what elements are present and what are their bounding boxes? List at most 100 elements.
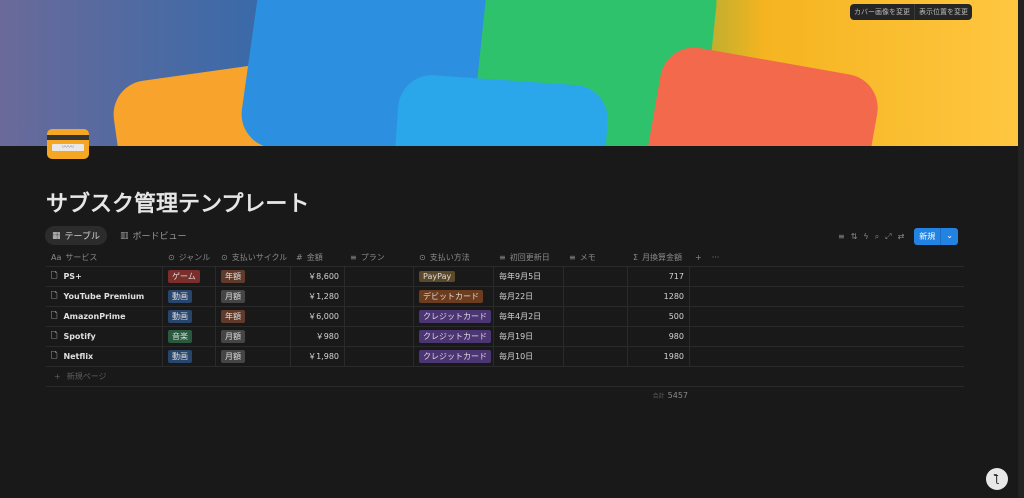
memo-cell[interactable] — [564, 347, 628, 366]
column-header[interactable]: Σ 月換算金額 — [628, 249, 690, 266]
amount-cell[interactable]: ￥1,280 — [291, 287, 345, 306]
plan-cell[interactable] — [345, 327, 414, 346]
automation-icon[interactable]: ϟ — [863, 232, 868, 241]
column-type-icon: # — [296, 253, 303, 262]
plus-icon: + — [54, 372, 61, 381]
date-cell[interactable]: 毎年9月5日 — [494, 267, 564, 286]
memo-cell[interactable] — [564, 327, 628, 346]
plan-cell[interactable] — [345, 287, 414, 306]
reposition-cover-button[interactable]: 表示位置を変更 — [914, 4, 972, 20]
table-row[interactable]: 🗋 PS+ ゲーム 年額 ￥8,600 PayPay 毎年9月5日 717 — [46, 267, 964, 287]
change-cover-button[interactable]: カバー画像を変更 — [850, 4, 914, 20]
service-name[interactable]: YouTube Premium — [63, 292, 144, 301]
tag: 月額 — [221, 330, 245, 343]
service-name[interactable]: AmazonPrime — [63, 312, 125, 321]
column-header[interactable]: ⊙ ジャンル — [163, 249, 216, 266]
column-type-icon: ⊙ — [419, 253, 426, 262]
search-icon[interactable]: ⌕ — [875, 232, 879, 242]
column-type-icon: ≡ — [499, 253, 506, 262]
monthly-cell: 717 — [628, 267, 690, 286]
service-name[interactable]: Netflix — [63, 352, 93, 361]
column-type-icon: ⊙ — [168, 253, 175, 262]
service-name[interactable]: Spotify — [63, 332, 95, 341]
date-cell[interactable]: 毎月19日 — [494, 327, 564, 346]
column-header[interactable]: ≡ 初回更新日 — [494, 249, 564, 266]
column-header[interactable]: Aa サービス — [46, 249, 163, 266]
credit-card-icon[interactable]: 〰〰 — [47, 129, 89, 159]
sum-footer[interactable]: 合計 5457 — [628, 391, 688, 400]
tab-table[interactable]: ▦ テーブル — [45, 226, 107, 245]
column-type-icon: ≡ — [569, 253, 576, 262]
page-title: サブスク管理テンプレート — [46, 192, 310, 217]
chevron-down-icon[interactable]: ⌄ — [940, 228, 958, 245]
plan-cell[interactable] — [345, 307, 414, 326]
filter-icon[interactable]: ≡ — [838, 232, 845, 241]
table-row[interactable]: 🗋 Netflix 動画 月額 ￥1,980 クレジットカード 毎月10日 198… — [46, 347, 964, 367]
column-header[interactable]: # 金額 — [291, 249, 345, 266]
page-icon: 🗋 — [51, 270, 58, 280]
column-header[interactable]: ⊙ 支払い方法 — [414, 249, 494, 266]
table-icon: ▦ — [52, 230, 61, 241]
tag: 動画 — [168, 290, 192, 303]
amount-cell[interactable]: ￥1,980 — [291, 347, 345, 366]
column-header[interactable]: ⊙ 支払いサイクル — [216, 249, 291, 266]
expand-icon[interactable]: ⤢ — [885, 232, 891, 242]
monthly-cell: 1280 — [628, 287, 690, 306]
tab-board[interactable]: ▥ ボードビュー — [113, 226, 194, 245]
date-cell[interactable]: 毎月10日 — [494, 347, 564, 366]
scrollbar[interactable] — [1018, 0, 1024, 498]
table-row[interactable]: 🗋 Spotify 音楽 月額 ￥980 クレジットカード 毎月19日 980 — [46, 327, 964, 347]
monthly-cell: 1980 — [628, 347, 690, 366]
add-column-button[interactable]: + — [690, 249, 707, 266]
memo-cell[interactable] — [564, 307, 628, 326]
tag: 月額 — [221, 290, 245, 303]
date-cell[interactable]: 毎月22日 — [494, 287, 564, 306]
tag: 動画 — [168, 350, 192, 363]
table-header: Aa サービス ⊙ ジャンル ⊙ 支払いサイクル # 金額 ≡ プラン ⊙ 支払い方法 ≡ 初回更新日 ≡ メ… — [46, 249, 964, 267]
tag: 月額 — [221, 350, 245, 363]
column-type-icon: Aa — [51, 253, 62, 262]
tag: デビットカード — [419, 290, 483, 303]
tag: 音楽 — [168, 330, 192, 343]
tag: 年額 — [221, 310, 245, 323]
tag: ゲーム — [168, 270, 200, 283]
page-icon: 🗋 — [51, 290, 58, 300]
more-icon[interactable]: ··· — [707, 249, 725, 266]
amount-cell[interactable]: ￥980 — [291, 327, 345, 346]
tag: クレジットカード — [419, 330, 491, 343]
table-row[interactable]: 🗋 YouTube Premium 動画 月額 ￥1,280 デビットカード 毎月… — [46, 287, 964, 307]
tag: クレジットカード — [419, 350, 491, 363]
new-page-button[interactable]: + 新規ページ — [46, 367, 964, 387]
column-header[interactable]: ≡ プラン — [345, 249, 414, 266]
page-icon: 🗋 — [51, 330, 58, 340]
tag: 動画 — [168, 310, 192, 323]
amount-cell[interactable]: ￥8,600 — [291, 267, 345, 286]
memo-cell[interactable] — [564, 267, 628, 286]
memo-cell[interactable] — [564, 287, 628, 306]
service-name[interactable]: PS+ — [63, 272, 81, 281]
monthly-cell: 500 — [628, 307, 690, 326]
plan-cell[interactable] — [345, 347, 414, 366]
column-type-icon: Σ — [633, 253, 639, 262]
new-label[interactable]: 新規 — [914, 228, 940, 245]
column-type-icon: ⊙ — [221, 253, 228, 262]
help-button[interactable]: ƪ — [986, 468, 1008, 490]
new-button[interactable]: 新規 ⌄ — [914, 228, 958, 245]
tag: クレジットカード — [419, 310, 491, 323]
table-row[interactable]: 🗋 AmazonPrime 動画 年額 ￥6,000 クレジットカード 毎年4月2… — [46, 307, 964, 327]
monthly-cell: 980 — [628, 327, 690, 346]
date-cell[interactable]: 毎年4月2日 — [494, 307, 564, 326]
sort-icon[interactable]: ⇅ — [851, 232, 858, 241]
column-header[interactable]: ≡ メモ — [564, 249, 628, 266]
tag: 年額 — [221, 270, 245, 283]
board-icon: ▥ — [119, 230, 129, 241]
amount-cell[interactable]: ￥6,000 — [291, 307, 345, 326]
database-table: Aa サービス ⊙ ジャンル ⊙ 支払いサイクル # 金額 ≡ プラン ⊙ 支払い方法 ≡ 初回更新日 ≡ メ… — [46, 249, 964, 387]
cover-image: カバー画像を変更 表示位置を変更 — [0, 0, 1018, 146]
page-icon: 🗋 — [51, 310, 58, 320]
page-icon: 🗋 — [51, 350, 58, 360]
tag: PayPay — [419, 271, 456, 282]
settings-icon[interactable]: ⇄ — [898, 232, 905, 241]
plan-cell[interactable] — [345, 267, 414, 286]
column-type-icon: ≡ — [350, 253, 357, 262]
